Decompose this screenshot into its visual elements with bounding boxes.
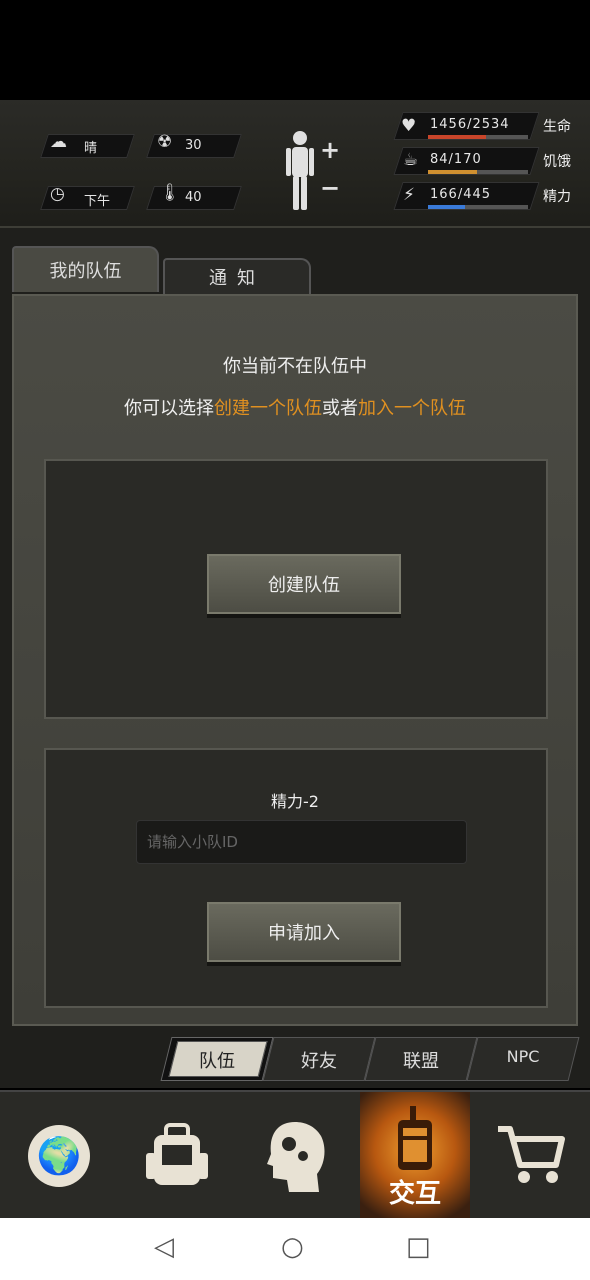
tab-notice-label: 通知	[209, 268, 265, 289]
weather-icon: ☁	[50, 132, 67, 152]
energy-label: 精力	[543, 189, 571, 205]
time-of-day-value: 下午	[84, 194, 111, 209]
health-bar	[428, 135, 528, 139]
nav-shop[interactable]	[472, 1092, 590, 1220]
subtab-friends-label: 好友	[301, 1051, 337, 1072]
choose-prefix: 你可以选择	[124, 398, 214, 419]
subtab-npc-label: NPC	[506, 1047, 540, 1066]
walkie-talkie-icon	[398, 1106, 432, 1170]
energy-icon: ⚡	[403, 185, 415, 205]
bottom-nav: 🌍 交互	[0, 1090, 590, 1220]
tab-my-team-label: 我的队伍	[49, 261, 122, 282]
health-label: 生命	[543, 119, 571, 135]
svg-text:−: −	[320, 174, 340, 202]
energy-cost-label: 精力-2	[271, 792, 319, 811]
choose-or: 或者	[322, 398, 358, 419]
back-icon[interactable]: ◁	[154, 1232, 174, 1262]
hud: ☁ 晴 ☢ 30 ◷ 下午 🌡 40 + − ♥ 1456/2534 生命 ☕ …	[0, 100, 590, 228]
nav-skills[interactable]	[236, 1092, 354, 1220]
status-bar	[0, 0, 590, 100]
hunger-label: 饥饿	[543, 154, 571, 170]
nav-inventory[interactable]	[118, 1092, 236, 1220]
subtab-team-label: 队伍	[199, 1051, 235, 1072]
create-team-button-label: 创建队伍	[268, 575, 340, 596]
head-gears-icon	[267, 1122, 325, 1192]
radiation-value: 30	[185, 138, 202, 153]
hunger-bar	[428, 170, 528, 174]
subtab-alliance-label: 联盟	[403, 1051, 439, 1072]
health-value: 1456/2534	[430, 117, 510, 132]
nav-world[interactable]: 🌍	[0, 1092, 118, 1220]
not-in-team-message: 你当前不在队伍中	[223, 356, 367, 377]
globe-icon: 🌍	[28, 1125, 90, 1187]
join-team-link[interactable]: 加入一个队伍	[358, 398, 466, 419]
hunger-value: 84/170	[430, 152, 482, 167]
thermometer-icon: 🌡	[159, 183, 181, 203]
clock-icon: ◷	[50, 184, 65, 204]
recents-icon[interactable]: □	[406, 1232, 431, 1262]
radiation-icon: ☢	[157, 132, 173, 152]
backpack-icon	[146, 1123, 208, 1185]
home-icon[interactable]: ○	[281, 1232, 304, 1262]
heart-icon: ♥	[401, 116, 417, 136]
system-nav-bar: ◁ ○ □	[0, 1218, 590, 1280]
body-figure-icon[interactable]: + −	[282, 128, 342, 214]
sub-tab-bar: 队伍 好友 联盟 NPC	[160, 1037, 585, 1083]
nav-interact-label: 交互	[388, 1179, 441, 1209]
join-team-button-label: 申请加入	[268, 923, 340, 944]
join-team-box	[44, 748, 548, 1008]
temperature-value: 40	[185, 190, 202, 205]
tab-my-team[interactable]: 我的队伍	[12, 246, 159, 292]
svg-text:+: +	[320, 136, 340, 164]
nav-interact[interactable]: 交互	[360, 1092, 470, 1220]
team-id-input[interactable]	[136, 820, 467, 864]
stomach-icon: ☕	[403, 150, 419, 170]
join-team-button[interactable]: 申请加入	[207, 902, 401, 962]
energy-value: 166/445	[430, 187, 492, 202]
choose-message: 你可以选择创建一个队伍或者加入一个队伍	[0, 394, 590, 420]
create-team-button[interactable]: 创建队伍	[207, 554, 401, 614]
tab-notice[interactable]: 通知	[163, 258, 311, 294]
cart-icon	[498, 1126, 565, 1183]
create-team-link[interactable]: 创建一个队伍	[214, 398, 322, 419]
energy-bar	[428, 205, 528, 209]
weather-value: 晴	[84, 141, 98, 156]
